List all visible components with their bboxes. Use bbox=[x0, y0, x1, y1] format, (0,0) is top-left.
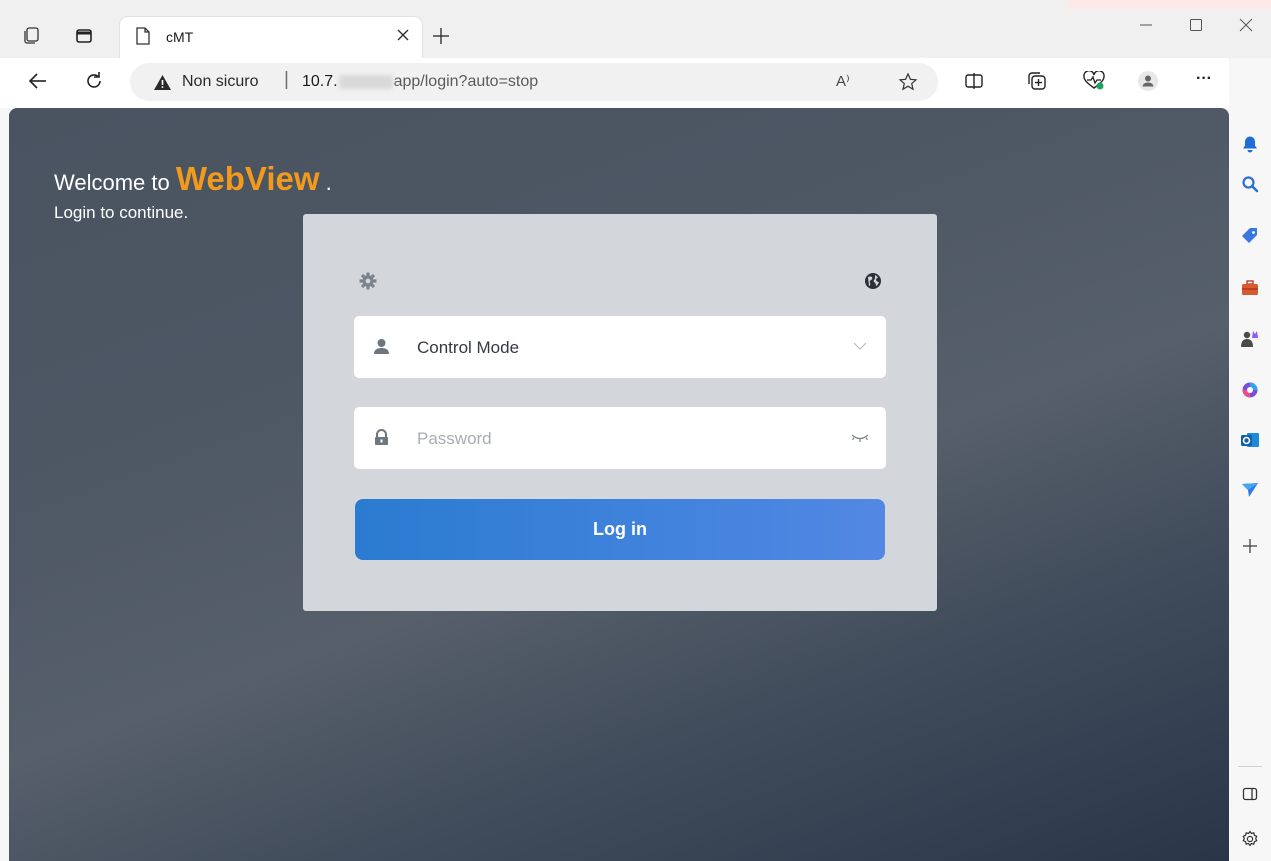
tab-actions-icon[interactable] bbox=[75, 27, 93, 45]
browser-toolbar: Non sicuro | 10.7. app/login?auto=stop A⁾ bbox=[0, 58, 1271, 108]
add-sidebar-app-icon[interactable] bbox=[1240, 536, 1260, 556]
user-icon bbox=[373, 338, 390, 355]
split-screen-icon[interactable] bbox=[964, 71, 984, 91]
login-card: Control Mode Password Log in bbox=[303, 214, 937, 611]
tab-title: cMT bbox=[166, 29, 194, 45]
password-field[interactable]: Password bbox=[354, 407, 886, 469]
close-window-button[interactable] bbox=[1221, 0, 1271, 58]
page-icon bbox=[135, 27, 151, 45]
address-separator: | bbox=[284, 69, 289, 90]
redacted-host-part bbox=[338, 74, 393, 89]
sidebar-settings-icon[interactable] bbox=[1240, 829, 1260, 849]
welcome-prefix: Welcome to bbox=[54, 170, 170, 195]
welcome-suffix: . bbox=[325, 170, 332, 195]
url-text[interactable]: 10.7. app/login?auto=stop bbox=[302, 73, 538, 91]
outlook-icon[interactable] bbox=[1240, 430, 1260, 450]
welcome-heading: Welcome to WebView . bbox=[54, 160, 332, 198]
collections-icon[interactable] bbox=[1027, 71, 1047, 91]
chevron-down-icon[interactable] bbox=[853, 342, 867, 351]
control-mode-value: Control Mode bbox=[417, 338, 520, 357]
language-globe-icon[interactable] bbox=[864, 272, 882, 290]
browser-essentials-icon[interactable] bbox=[1083, 71, 1105, 91]
more-options-icon[interactable]: ··· bbox=[1196, 70, 1212, 88]
active-tab[interactable]: cMT bbox=[120, 17, 422, 58]
notification-bell-icon[interactable] bbox=[1240, 134, 1260, 154]
url-path: app/login?auto=stop bbox=[393, 73, 539, 90]
address-bar[interactable]: Non sicuro | 10.7. app/login?auto=stop A⁾ bbox=[130, 63, 938, 101]
close-tab-icon[interactable] bbox=[396, 28, 410, 42]
settings-gear-icon[interactable] bbox=[359, 272, 377, 290]
profile-icon[interactable] bbox=[1138, 71, 1158, 91]
password-placeholder: Password bbox=[417, 429, 492, 448]
shopping-tag-icon[interactable] bbox=[1240, 226, 1260, 246]
eye-closed-icon[interactable] bbox=[850, 433, 870, 443]
refresh-icon[interactable] bbox=[84, 71, 104, 91]
edge-sidebar bbox=[1229, 58, 1271, 861]
security-label[interactable]: Non sicuro bbox=[182, 73, 258, 91]
back-icon[interactable] bbox=[28, 71, 48, 91]
games-icon[interactable] bbox=[1240, 329, 1260, 349]
tools-briefcase-icon[interactable] bbox=[1240, 278, 1260, 298]
search-icon[interactable] bbox=[1240, 174, 1260, 194]
web-page: Welcome to WebView . Login to continue. bbox=[9, 108, 1229, 861]
control-mode-select[interactable]: Control Mode bbox=[354, 316, 886, 378]
lock-icon bbox=[373, 429, 390, 446]
workspaces-icon[interactable] bbox=[22, 27, 40, 45]
warning-icon[interactable] bbox=[153, 74, 172, 91]
new-tab-icon[interactable] bbox=[432, 27, 450, 45]
tab-strip: cMT bbox=[0, 0, 1271, 58]
sidebar-divider bbox=[1238, 766, 1262, 767]
login-subtitle: Login to continue. bbox=[54, 203, 189, 222]
read-aloud-icon[interactable]: A⁾ bbox=[836, 72, 850, 90]
maximize-button[interactable] bbox=[1171, 0, 1221, 58]
brand-name: WebView bbox=[175, 160, 320, 197]
minimize-button[interactable] bbox=[1121, 0, 1171, 58]
microsoft-365-icon[interactable] bbox=[1240, 380, 1260, 400]
login-button[interactable]: Log in bbox=[355, 499, 885, 560]
send-icon[interactable] bbox=[1240, 480, 1260, 500]
hide-sidebar-icon[interactable] bbox=[1240, 784, 1260, 804]
favorite-star-icon[interactable] bbox=[898, 72, 918, 92]
url-host: 10.7. bbox=[302, 73, 338, 90]
